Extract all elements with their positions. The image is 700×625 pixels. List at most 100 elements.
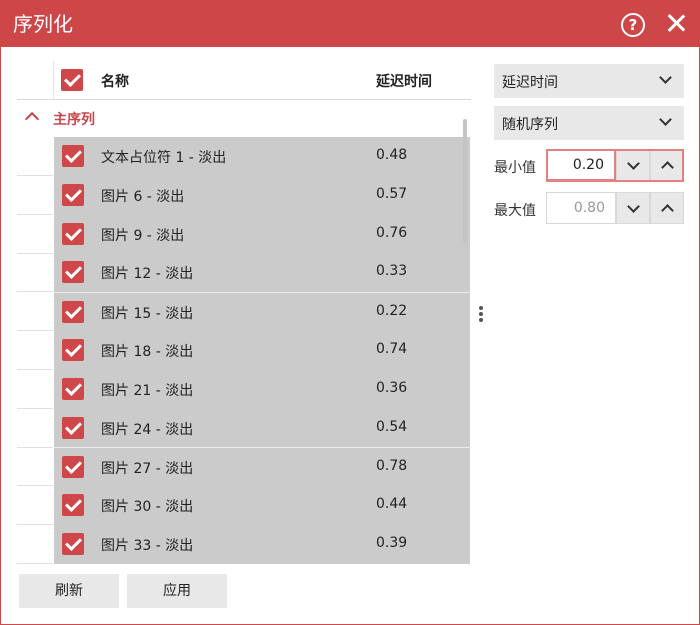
- row-gutter: [17, 137, 53, 176]
- property-dropdown-value: 延迟时间: [502, 75, 558, 91]
- row-name: 图片 33 - 淡出: [101, 538, 194, 554]
- group-label: 主序列: [53, 112, 95, 128]
- splitter-grip-icon[interactable]: [479, 306, 483, 324]
- row-checkbox[interactable]: [62, 456, 84, 478]
- group-main-sequence[interactable]: 主序列: [17, 105, 457, 133]
- table-row[interactable]: 图片 27 - 淡出 0.78: [1, 447, 471, 487]
- help-icon[interactable]: ?: [621, 13, 645, 37]
- row-gutter: [17, 215, 53, 254]
- row-body[interactable]: 图片 27 - 淡出 0.78: [54, 447, 470, 487]
- max-value-input[interactable]: 0.80: [546, 192, 616, 224]
- row-name: 文本占位符 1 - 淡出: [101, 150, 227, 166]
- select-all-checkbox[interactable]: [61, 69, 83, 91]
- chevron-up-icon[interactable]: [24, 111, 40, 127]
- row-body[interactable]: 图片 33 - 淡出 0.39: [54, 525, 470, 564]
- row-body[interactable]: 文本占位符 1 - 淡出 0.48: [54, 137, 470, 176]
- property-dropdown[interactable]: 延迟时间: [494, 64, 684, 98]
- row-checkbox[interactable]: [62, 145, 84, 167]
- row-checkbox[interactable]: [62, 184, 84, 206]
- row-checkbox[interactable]: [62, 261, 84, 283]
- list-scrollbar[interactable]: [463, 119, 467, 243]
- max-increment-button[interactable]: [650, 192, 684, 224]
- row-name: 图片 30 - 淡出: [101, 499, 194, 515]
- row-checkbox[interactable]: [62, 494, 84, 516]
- row-gutter: [17, 370, 53, 409]
- row-checkbox[interactable]: [62, 301, 84, 323]
- mode-dropdown-value: 随机序列: [502, 117, 558, 133]
- dialog-title: 序列化: [13, 12, 73, 36]
- apply-button[interactable]: 应用: [127, 574, 227, 608]
- row-body[interactable]: 图片 15 - 淡出 0.22: [54, 292, 470, 332]
- table-row[interactable]: 图片 30 - 淡出 0.44: [1, 486, 471, 525]
- row-delay: 0.76: [376, 225, 408, 241]
- row-delay: 0.74: [376, 341, 408, 357]
- chevron-down-icon: [627, 200, 640, 213]
- row-body[interactable]: 图片 6 - 淡出 0.57: [54, 176, 470, 215]
- row-delay: 0.57: [376, 186, 408, 202]
- close-icon[interactable]: [663, 10, 689, 36]
- row-body[interactable]: 图片 9 - 淡出 0.76: [54, 215, 470, 254]
- row-body[interactable]: 图片 30 - 淡出 0.44: [54, 486, 470, 525]
- table-row[interactable]: 图片 33 - 淡出 0.39: [1, 525, 471, 564]
- row-delay: 0.22: [376, 303, 408, 319]
- min-increment-button[interactable]: [650, 149, 684, 181]
- min-value-input[interactable]: 0.20: [546, 149, 616, 181]
- row-delay: 0.39: [376, 535, 408, 551]
- chevron-down-icon: [659, 71, 672, 84]
- row-checkbox[interactable]: [62, 339, 84, 361]
- table-row[interactable]: 图片 9 - 淡出 0.76: [1, 215, 471, 254]
- row-delay: 0.33: [376, 263, 408, 279]
- row-gutter: [17, 331, 53, 370]
- row-gutter: [17, 292, 53, 331]
- row-gutter: [17, 253, 53, 292]
- row-gutter: [17, 525, 53, 564]
- refresh-button[interactable]: 刷新: [19, 574, 119, 608]
- row-name: 图片 9 - 淡出: [101, 228, 185, 244]
- row-name: 图片 15 - 淡出: [101, 306, 194, 322]
- row-delay: 0.78: [376, 458, 408, 474]
- row-name: 图片 18 - 淡出: [101, 344, 194, 360]
- animation-list: 文本占位符 1 - 淡出 0.48 图片 6 - 淡出 0.57 图片 9 - 淡出 0.…: [1, 137, 471, 567]
- mode-dropdown[interactable]: 随机序列: [494, 106, 684, 140]
- row-name: 图片 24 - 淡出: [101, 422, 194, 438]
- row-body[interactable]: 图片 12 - 淡出 0.33: [54, 253, 470, 292]
- row-name: 图片 21 - 淡出: [101, 383, 194, 399]
- chevron-down-icon: [659, 113, 672, 126]
- title-bar: 序列化 ?: [1, 1, 699, 47]
- column-header-delay[interactable]: 延迟时间: [376, 71, 432, 91]
- row-checkbox[interactable]: [62, 378, 84, 400]
- list-header: 名称 延迟时间: [17, 61, 471, 100]
- column-header-name[interactable]: 名称: [101, 71, 129, 91]
- table-row[interactable]: 文本占位符 1 - 淡出 0.48: [1, 137, 471, 176]
- row-gutter: [17, 447, 53, 486]
- table-row[interactable]: 图片 15 - 淡出 0.22: [1, 292, 471, 332]
- row-gutter: [17, 176, 53, 215]
- table-row[interactable]: 图片 6 - 淡出 0.57: [1, 176, 471, 215]
- chevron-up-icon: [661, 161, 674, 174]
- max-label: 最大值: [494, 203, 536, 219]
- row-checkbox[interactable]: [62, 417, 84, 439]
- row-checkbox[interactable]: [62, 223, 84, 245]
- table-row[interactable]: 图片 21 - 淡出 0.36: [1, 370, 471, 409]
- row-delay: 0.54: [376, 419, 408, 435]
- row-delay: 0.48: [376, 147, 408, 163]
- row-checkbox[interactable]: [62, 533, 84, 555]
- row-body[interactable]: 图片 18 - 淡出 0.74: [54, 331, 470, 370]
- row-body[interactable]: 图片 24 - 淡出 0.54: [54, 409, 470, 448]
- serialize-dialog: 序列化 ? 名称 延迟时间 主序列 文本占位符 1 - 淡出 0.48 图片 6 -…: [0, 0, 700, 625]
- header-divider: [53, 61, 54, 99]
- row-body[interactable]: 图片 21 - 淡出 0.36: [54, 370, 470, 409]
- row-name: 图片 6 - 淡出: [101, 189, 185, 205]
- min-decrement-button[interactable]: [616, 149, 650, 181]
- row-name: 图片 12 - 淡出: [101, 266, 194, 282]
- table-row[interactable]: 图片 24 - 淡出 0.54: [1, 409, 471, 448]
- chevron-up-icon: [661, 204, 674, 217]
- row-gutter: [17, 486, 53, 525]
- table-row[interactable]: 图片 18 - 淡出 0.74: [1, 331, 471, 370]
- table-row[interactable]: 图片 12 - 淡出 0.33: [1, 253, 471, 292]
- row-delay: 0.44: [376, 496, 408, 512]
- max-decrement-button[interactable]: [616, 192, 650, 224]
- row-name: 图片 27 - 淡出: [101, 461, 194, 477]
- min-label: 最小值: [494, 160, 536, 176]
- row-delay: 0.36: [376, 380, 408, 396]
